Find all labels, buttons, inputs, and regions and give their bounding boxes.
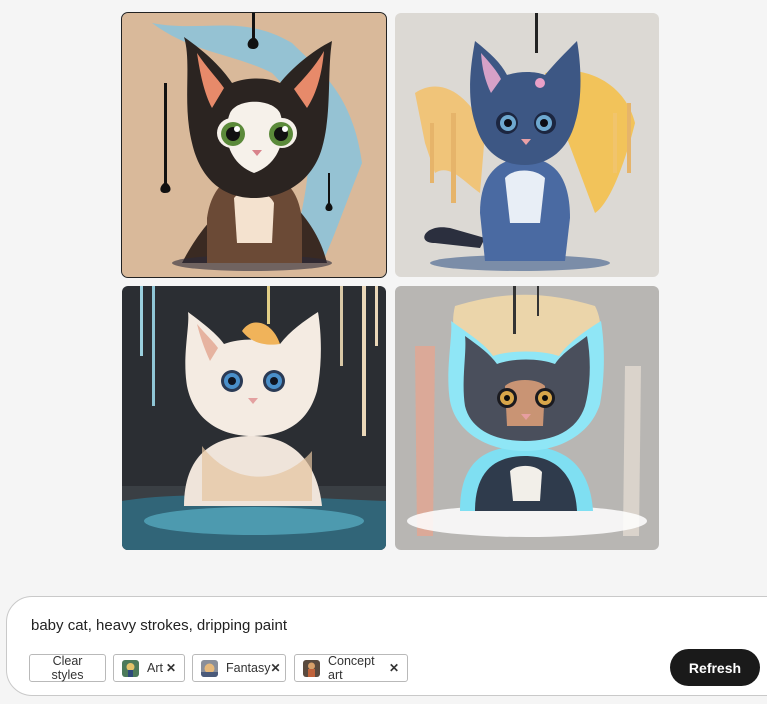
kitten-painting-4 — [395, 286, 659, 550]
kitten-painting-1 — [122, 13, 386, 277]
prompt-panel: baby cat, heavy strokes, dripping paint … — [6, 596, 767, 696]
style-chip-concept-art[interactable]: Concept art ✕ — [294, 654, 408, 682]
prompt-input[interactable]: baby cat, heavy strokes, dripping paint — [31, 617, 631, 634]
kitten-painting-2 — [395, 13, 659, 277]
close-icon[interactable]: ✕ — [270, 661, 280, 675]
concept-art-thumbnail-icon — [303, 659, 320, 677]
close-icon[interactable]: ✕ — [389, 661, 399, 675]
generated-image-4[interactable] — [395, 286, 659, 550]
style-chip-label: Concept art — [328, 654, 375, 682]
refresh-button[interactable]: Refresh — [670, 649, 760, 686]
style-chip-fantasy[interactable]: Fantasy ✕ — [192, 654, 286, 682]
generated-image-2[interactable] — [395, 13, 659, 277]
generated-image-1[interactable] — [121, 12, 387, 278]
clear-styles-button[interactable]: Clear styles — [29, 654, 106, 682]
image-grid — [0, 0, 767, 560]
close-icon[interactable]: ✕ — [166, 661, 176, 675]
art-thumbnail-icon — [122, 659, 139, 677]
style-chip-art[interactable]: Art ✕ — [113, 654, 185, 682]
kitten-painting-3 — [122, 286, 386, 550]
generated-image-3[interactable] — [122, 286, 386, 550]
style-chip-label: Art — [147, 661, 163, 675]
style-chip-label: Fantasy — [226, 661, 271, 675]
fantasy-thumbnail-icon — [201, 659, 218, 677]
